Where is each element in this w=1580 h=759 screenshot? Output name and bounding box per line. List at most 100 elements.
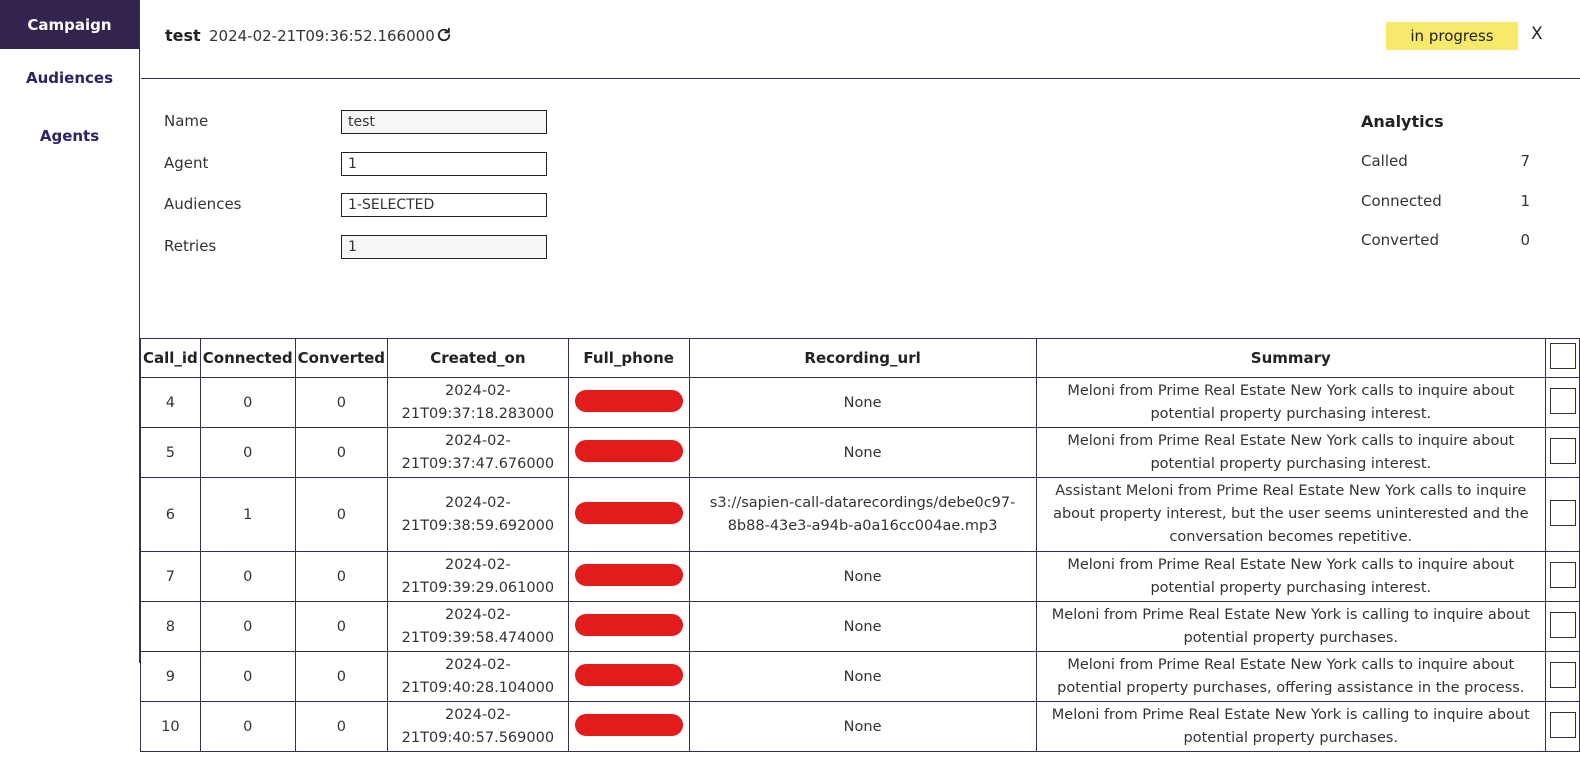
row-checkbox[interactable] — [1549, 387, 1576, 414]
table-row[interactable]: 9 0 0 2024-02-21T09:40:28.104000 None Me… — [140, 651, 1580, 702]
connected-value: 1 — [1520, 192, 1530, 210]
refresh-icon[interactable] — [435, 25, 453, 45]
select-all-cell — [1545, 338, 1580, 378]
table-row[interactable]: 7 0 0 2024-02-21T09:39:29.061000 None Me… — [140, 551, 1580, 602]
created-on-cell: 2024-02-21T09:38:59.692000 — [387, 477, 569, 552]
sidebar-item-audiences[interactable]: Audiences — [0, 49, 139, 107]
summary-cell: Meloni from Prime Real Estate New York c… — [1035, 651, 1547, 702]
column-header-created-on[interactable]: Created_on — [387, 338, 569, 378]
row-checkbox[interactable] — [1549, 711, 1576, 738]
row-checkbox[interactable] — [1549, 611, 1576, 638]
redaction-mark — [574, 501, 683, 524]
created-on-cell: 2024-02-21T09:37:18.283000 — [387, 377, 569, 428]
sidebar-item-campaign[interactable]: Campaign — [0, 0, 139, 49]
name-label: Name — [164, 112, 209, 130]
row-checkbox[interactable] — [1549, 499, 1576, 526]
row-select-cell — [1545, 601, 1580, 652]
redaction-mark — [574, 613, 683, 636]
converted-cell: 0 — [294, 651, 389, 702]
row-select-cell — [1545, 651, 1580, 702]
column-header-recording-url[interactable]: Recording_url — [688, 338, 1037, 378]
table-header-row: Call_id Connected Converted Created_on F… — [140, 338, 1580, 378]
redaction-mark — [574, 663, 683, 686]
full-phone-cell — [567, 427, 690, 478]
sidebar-item-agents[interactable]: Agents — [0, 107, 139, 165]
created-on-cell: 2024-02-21T09:40:57.569000 — [387, 701, 569, 752]
name-field[interactable] — [341, 110, 547, 134]
converted-cell: 0 — [294, 701, 389, 752]
retries-field[interactable] — [341, 235, 547, 259]
created-on-cell: 2024-02-21T09:37:47.676000 — [387, 427, 569, 478]
row-checkbox[interactable] — [1549, 661, 1576, 688]
table-row[interactable]: 5 0 0 2024-02-21T09:37:47.676000 None Me… — [140, 427, 1580, 478]
recording-url-cell: None — [688, 651, 1037, 702]
sidebar: Campaign Audiences Agents — [0, 0, 139, 759]
connected-cell: 1 — [199, 477, 296, 552]
analytics-title: Analytics — [1361, 112, 1444, 131]
redaction-mark — [574, 713, 683, 736]
campaign-header: test 2024-02-21T09:36:52.166000 in progr… — [141, 0, 1580, 79]
full-phone-cell — [567, 701, 690, 752]
calls-table: Call_id Connected Converted Created_on F… — [140, 338, 1580, 752]
summary-cell: Meloni from Prime Real Estate New York c… — [1035, 551, 1547, 602]
connected-cell: 0 — [199, 601, 296, 652]
retries-label: Retries — [164, 237, 217, 255]
column-header-connected[interactable]: Connected — [199, 338, 296, 378]
column-header-converted[interactable]: Converted — [294, 338, 389, 378]
table-row[interactable]: 10 0 0 2024-02-21T09:40:57.569000 None M… — [140, 701, 1580, 752]
converted-cell: 0 — [294, 427, 389, 478]
full-phone-cell — [567, 377, 690, 428]
close-button[interactable]: X — [1531, 24, 1543, 44]
connected-cell: 0 — [199, 551, 296, 602]
row-checkbox[interactable] — [1549, 437, 1576, 464]
created-on-cell: 2024-02-21T09:39:29.061000 — [387, 551, 569, 602]
converted-cell: 0 — [294, 377, 389, 428]
summary-cell: Meloni from Prime Real Estate New York c… — [1035, 377, 1547, 428]
call-id-cell: 8 — [140, 601, 201, 652]
redaction-mark — [574, 439, 683, 462]
column-header-full-phone[interactable]: Full_phone — [567, 338, 690, 378]
row-select-cell — [1545, 427, 1580, 478]
connected-cell: 0 — [199, 427, 296, 478]
agent-label: Agent — [164, 154, 209, 172]
row-select-cell — [1545, 377, 1580, 428]
column-header-summary[interactable]: Summary — [1035, 338, 1547, 378]
recording-url-cell[interactable]: s3://sapien-call-datarecordings/debe0c97… — [688, 477, 1037, 552]
call-id-cell: 7 — [140, 551, 201, 602]
connected-cell: 0 — [199, 377, 296, 428]
converted-cell: 0 — [294, 601, 389, 652]
row-select-cell — [1545, 701, 1580, 752]
campaign-title: test — [165, 26, 201, 45]
recording-url-cell: None — [688, 377, 1037, 428]
converted-label: Converted — [1361, 231, 1440, 249]
converted-value: 0 — [1520, 231, 1530, 249]
redaction-mark — [574, 563, 683, 586]
full-phone-cell — [567, 551, 690, 602]
called-label: Called — [1361, 152, 1408, 170]
created-on-cell: 2024-02-21T09:39:58.474000 — [387, 601, 569, 652]
row-checkbox[interactable] — [1549, 561, 1576, 588]
row-select-cell — [1545, 477, 1580, 552]
created-on-cell: 2024-02-21T09:40:28.104000 — [387, 651, 569, 702]
table-row[interactable]: 4 0 0 2024-02-21T09:37:18.283000 None Me… — [140, 377, 1580, 428]
recording-url-cell: None — [688, 427, 1037, 478]
redaction-mark — [574, 389, 683, 412]
converted-cell: 0 — [294, 477, 389, 552]
agent-field[interactable] — [341, 152, 547, 176]
recording-url-cell: None — [688, 701, 1037, 752]
campaign-timestamp: 2024-02-21T09:36:52.166000 — [209, 27, 435, 45]
table-row[interactable]: 6 1 0 2024-02-21T09:38:59.692000 s3://sa… — [140, 477, 1580, 552]
call-id-cell: 9 — [140, 651, 201, 702]
select-all-checkbox[interactable] — [1549, 343, 1576, 369]
summary-cell: Meloni from Prime Real Estate New York c… — [1035, 427, 1547, 478]
summary-cell: Meloni from Prime Real Estate New York i… — [1035, 601, 1547, 652]
table-row[interactable]: 8 0 0 2024-02-21T09:39:58.474000 None Me… — [140, 601, 1580, 652]
audiences-field[interactable] — [341, 193, 547, 217]
call-id-cell: 4 — [140, 377, 201, 428]
recording-url-cell: None — [688, 601, 1037, 652]
column-header-call-id[interactable]: Call_id — [140, 338, 201, 378]
summary-cell: Assistant Meloni from Prime Real Estate … — [1035, 477, 1547, 552]
connected-cell: 0 — [199, 651, 296, 702]
call-id-cell: 6 — [140, 477, 201, 552]
converted-cell: 0 — [294, 551, 389, 602]
